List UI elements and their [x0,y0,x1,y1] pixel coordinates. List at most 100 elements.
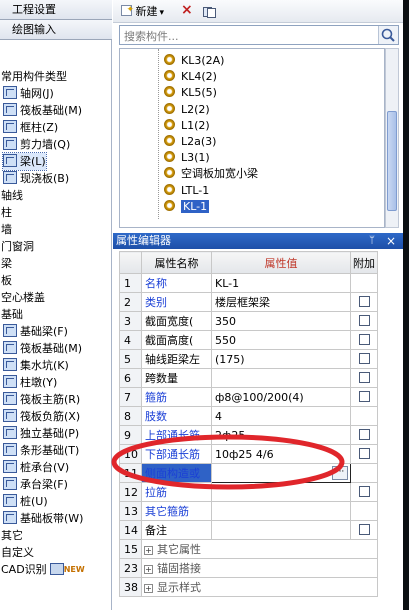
tree-item[interactable]: 板 [1,272,12,289]
component-list-item[interactable]: L2(2) [164,102,210,118]
tree-item[interactable]: 梁 [1,255,12,272]
tree-item[interactable]: 现浇板(B) [3,170,69,187]
property-row[interactable]: 23 + 锚固搭接 [119,558,378,578]
property-value[interactable]: KL-1 [211,273,351,293]
component-list-item[interactable]: L2a(3) [164,134,216,150]
extra-checkbox[interactable] [358,447,370,459]
property-value[interactable]: 楼层框架梁 [211,292,351,312]
extra-checkbox[interactable] [358,523,370,535]
tree-item[interactable]: 独立基础(P) [3,425,79,442]
property-row[interactable]: 6 跨数量 [119,368,378,388]
tree-item-label: 桩承台(V) [20,461,70,474]
extra-checkbox[interactable] [358,485,370,497]
property-value[interactable] [211,501,351,521]
drawing-input-tab[interactable]: 绘图输入 [0,20,112,40]
expand-plus-icon[interactable]: + [144,546,153,555]
chevron-down-icon[interactable]: ▾ [160,8,165,18]
tree-item[interactable]: 轴网(J) [3,85,54,102]
property-row[interactable]: 7 箍筋 ф8@100/200(4) [119,387,378,407]
property-value[interactable] [211,482,351,502]
tree-item[interactable]: CAD识别 NEW [1,561,85,578]
tree-item[interactable]: 空心楼盖 [1,289,45,306]
tree-item[interactable]: 基础板带(W) [3,510,83,527]
property-value[interactable] [211,368,351,388]
property-row[interactable]: 11 侧面构造或 ··· [119,463,378,483]
component-list-item[interactable]: 空调板加宽小梁 [164,166,258,182]
tree-item[interactable]: 条形基础(T) [3,442,79,459]
property-row[interactable]: 8 肢数 4 [119,406,378,426]
expand-plus-icon[interactable]: + [144,584,153,593]
extra-checkbox[interactable] [358,314,370,326]
tree-item[interactable]: 桩(U) [3,493,48,510]
tree-item[interactable]: 梁(L) [2,152,47,171]
property-row[interactable]: 2 类别 楼层框架梁 [119,292,378,312]
expand-plus-icon[interactable]: + [144,565,153,574]
property-value[interactable]: 4 [211,406,351,426]
delete-icon[interactable]: × [181,3,193,20]
tree-item[interactable]: 筏板基础(M) [3,102,82,119]
property-value[interactable] [211,520,351,540]
property-value[interactable]: 350 [211,311,351,331]
property-row[interactable]: 12 拉筋 [119,482,378,502]
extra-checkbox[interactable] [358,352,370,364]
property-row[interactable]: 4 截面高度(550 [119,330,378,350]
component-list-scrollbar[interactable] [385,48,399,228]
property-row[interactable]: 38 + 显示样式 [119,577,378,597]
property-value[interactable]: ··· [211,463,351,483]
property-row[interactable]: 1 名称 KL-1 [119,273,378,293]
close-icon[interactable]: × [386,233,396,249]
tree-item[interactable]: 柱 [1,204,12,221]
tree-item[interactable]: 承台梁(F) [3,476,68,493]
property-row[interactable]: 10 下部通长筋 10ф25 4/6 [119,444,378,464]
tree-item[interactable]: 其它 [1,527,23,544]
tree-item[interactable]: 柱墩(Y) [3,374,57,391]
tree-item[interactable]: 筏板主筋(R) [3,391,80,408]
tree-item[interactable]: 自定义 [1,544,34,561]
property-value[interactable]: ф8@100/200(4) [211,387,351,407]
extra-checkbox[interactable] [358,390,370,402]
property-row[interactable]: 5 轴线距梁左 (175) [119,349,378,369]
component-list-item[interactable]: L3(1) [164,150,210,166]
tree-item[interactable]: 框柱(Z) [3,119,58,136]
property-row[interactable]: 9 上部通长筋 2ф25 [119,425,378,445]
component-list-item[interactable]: L1(2) [164,118,210,134]
tree-item[interactable]: 门窗洞 [1,238,34,255]
new-button[interactable]: ✦ 新建 ▾ [121,3,164,20]
component-list-item[interactable]: KL3(2A) [164,53,224,69]
tree-item[interactable]: 集水坑(K) [3,357,69,374]
tree-item[interactable]: 轴线 [1,187,23,204]
extra-checkbox[interactable] [358,333,370,345]
property-value[interactable]: 10ф25 4/6 [211,444,351,464]
extra-checkbox[interactable] [358,428,370,440]
property-grid: 属性名称 属性值 附加 1 名称 KL-1 2 类别 楼层框架梁 3 截面宽度(350 4 截面高… [119,251,378,597]
tree-item[interactable]: 基础梁(F) [3,323,68,340]
property-row[interactable]: 3 截面宽度(350 [119,311,378,331]
property-value[interactable]: 550 [211,330,351,350]
tree-item[interactable]: 墙 [1,221,12,238]
tree-item[interactable]: 桩承台(V) [3,459,69,476]
project-settings-tab[interactable]: 工程设置 [0,0,112,20]
property-value[interactable]: 2ф25 [211,425,351,445]
tree-item[interactable]: 筏板基础(M) [3,340,82,357]
component-list-item[interactable]: KL5(5) [164,85,217,101]
ellipsis-button[interactable]: ··· [332,466,348,480]
copy-icon[interactable] [203,5,216,22]
tree-item[interactable]: 筏板负筋(X) [3,408,80,425]
component-list-item[interactable]: LTL-1 [164,183,209,199]
property-row[interactable]: 13 其它箍筋 [119,501,378,521]
property-editor-titlebar: 属性编辑器 ᛘ × [113,233,403,249]
property-row[interactable]: 14 备注 [119,520,378,540]
property-row[interactable]: 15 + 其它属性 [119,539,378,559]
tree-item[interactable]: 基础 [1,306,23,323]
component-list-item[interactable]: KL4(2) [164,69,217,85]
extra-checkbox[interactable] [358,371,370,383]
component-list-item[interactable]: KL-1 [164,199,210,215]
scrollbar-thumb[interactable] [387,111,397,211]
search-input[interactable]: 搜索构件... [119,25,399,45]
tree-item[interactable]: 剪力墙(Q) [3,136,70,153]
property-value[interactable]: (175) [211,349,351,369]
tree-item[interactable]: 常用构件类型 [1,68,67,85]
pin-icon[interactable]: ᛘ [369,233,375,249]
search-icon[interactable] [378,26,398,44]
extra-checkbox[interactable] [358,295,370,307]
